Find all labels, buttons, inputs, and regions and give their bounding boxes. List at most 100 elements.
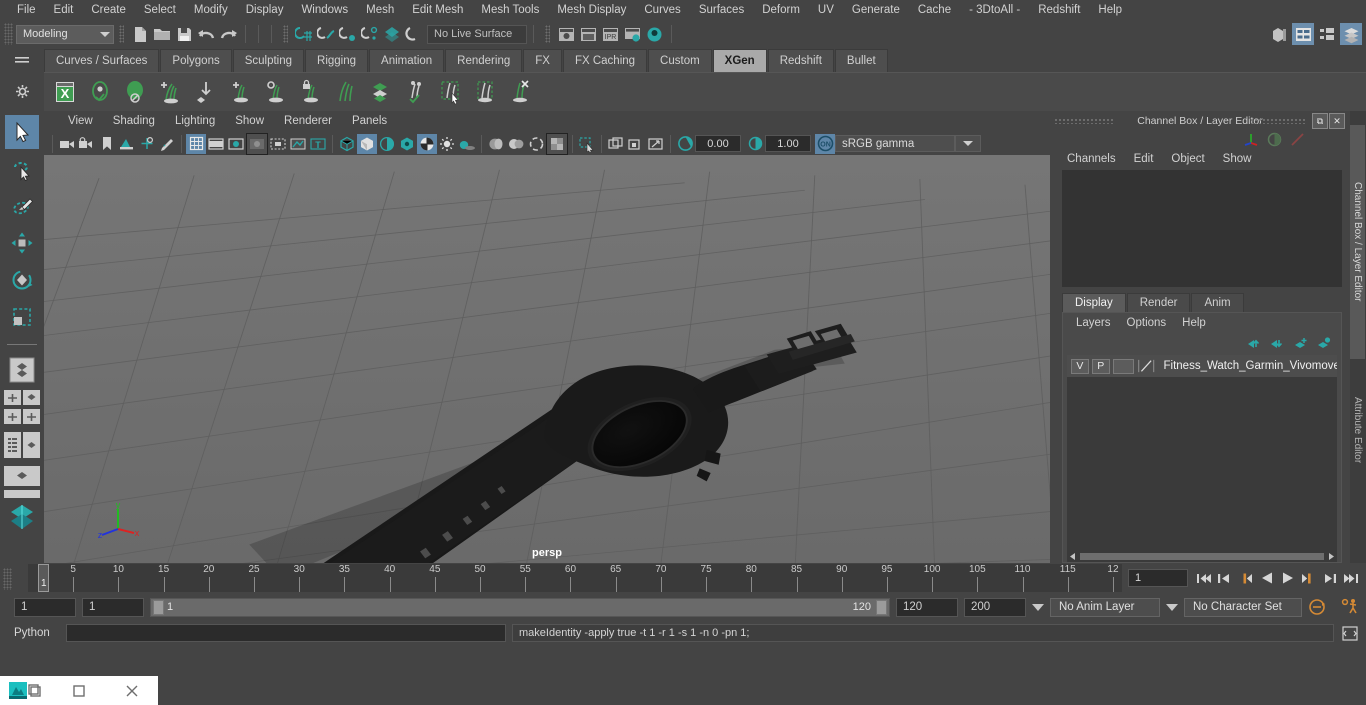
quick-layout-outliner-persp-icon[interactable] — [23, 432, 40, 458]
menu-generate[interactable]: Generate — [843, 0, 909, 20]
channel-menu-object[interactable]: Object — [1162, 148, 1213, 170]
channel-box-half-icon[interactable] — [1267, 132, 1282, 147]
show-hide-tool-settings-icon[interactable] — [1316, 23, 1338, 45]
show-hide-channel-box-icon[interactable] — [1340, 23, 1362, 45]
layer-playback-toggle[interactable]: P — [1091, 358, 1110, 374]
render-view-icon[interactable] — [555, 23, 577, 45]
layer-menu-help[interactable]: Help — [1174, 313, 1214, 333]
xgen-attach-icon[interactable] — [398, 75, 432, 109]
wireframe-shading-icon[interactable] — [337, 134, 357, 154]
shelf-tab-fx-caching[interactable]: FX Caching — [562, 49, 648, 72]
xray-joints-icon[interactable] — [288, 134, 308, 154]
xgen-lock-guide-icon[interactable] — [293, 75, 327, 109]
character-set-selector[interactable]: No Character Set — [1184, 597, 1302, 617]
time-slider-playhead[interactable]: 1 — [38, 564, 49, 592]
redo-icon[interactable] — [217, 23, 239, 45]
quick-layout-strip-icon[interactable] — [4, 490, 40, 498]
channel-menu-channels[interactable]: Channels — [1058, 148, 1125, 170]
menu-cache[interactable]: Cache — [909, 0, 960, 20]
quick-layout-persp-thumbnail[interactable] — [4, 504, 40, 533]
quick-layout-three-pane-icon[interactable] — [23, 409, 40, 424]
layer-visibility-toggle[interactable]: V — [1071, 358, 1089, 374]
xgen-add-guide-icon[interactable] — [223, 75, 257, 109]
step-back-frame-button[interactable] — [1236, 567, 1255, 589]
viewport-menu-panels[interactable]: Panels — [342, 111, 397, 132]
layer-tab-anim[interactable]: Anim — [1191, 293, 1244, 312]
image-plane-icon[interactable] — [117, 134, 137, 154]
show-hide-modeling-toolkit-icon[interactable] — [1268, 23, 1290, 45]
channel-box-slash-icon[interactable] — [1289, 132, 1306, 147]
render-sequence-icon[interactable] — [577, 23, 599, 45]
menu-select[interactable]: Select — [135, 0, 185, 20]
scale-tool-icon[interactable] — [5, 300, 39, 334]
scroll-right-arrow-icon[interactable] — [1327, 552, 1335, 561]
menu-uv[interactable]: UV — [809, 0, 843, 20]
layer-name[interactable]: Fitness_Watch_Garmin_Vivomove_Sp — [1164, 360, 1338, 372]
menu-modify[interactable]: Modify — [185, 0, 237, 20]
quick-layout-four-icon[interactable] — [4, 390, 21, 405]
quick-layout-two-pane-icon[interactable] — [4, 409, 21, 424]
rotate-tool-icon[interactable] — [5, 263, 39, 297]
command-input-field[interactable] — [66, 624, 506, 642]
anim-start-time-field[interactable]: 1 — [14, 597, 76, 617]
layer-row[interactable]: V P Fitness_Watch_Garmin_Vivomove_Sp — [1067, 355, 1337, 377]
snap-to-projected-center-icon[interactable] — [359, 23, 381, 45]
xgen-add-grooming-icon[interactable] — [153, 75, 187, 109]
panel-grip-right[interactable] — [1250, 118, 1306, 124]
play-forwards-button[interactable] — [1278, 567, 1297, 589]
shelf-tab-bullet[interactable]: Bullet — [834, 49, 888, 72]
vtab-attribute-editor[interactable]: Attribute Editor — [1350, 365, 1365, 496]
command-language-label[interactable]: Python — [14, 627, 60, 639]
auto-keyframe-toggle-icon[interactable] — [1308, 597, 1328, 617]
shelf-tab-curves-surfaces[interactable]: Curves / Surfaces — [44, 49, 160, 72]
shade-with-wireframe-icon[interactable] — [377, 134, 397, 154]
ipr-render-icon[interactable]: IPR — [599, 23, 621, 45]
menu-edit[interactable]: Edit — [45, 0, 83, 20]
shelf-menu-icon[interactable] — [0, 48, 44, 72]
shelf-tab-rendering[interactable]: Rendering — [445, 49, 523, 72]
snap-to-point-icon[interactable] — [337, 23, 359, 45]
copy-panel-icon[interactable] — [626, 134, 646, 154]
create-layer-from-selected-icon[interactable] — [1316, 336, 1331, 350]
menu-curves[interactable]: Curves — [635, 0, 689, 20]
menu-edit-mesh[interactable]: Edit Mesh — [403, 0, 472, 20]
layer-tab-render[interactable]: Render — [1126, 293, 1191, 312]
panel-undock-button[interactable]: ⧉ — [1312, 113, 1328, 129]
go-to-end-button[interactable] — [1341, 567, 1360, 589]
anim-layer-dropdown-arrow[interactable] — [1032, 603, 1044, 611]
live-surface-field[interactable]: No Live Surface — [427, 24, 527, 44]
grid-toggle-icon[interactable] — [186, 133, 206, 154]
snap-to-grid-icon[interactable] — [293, 23, 315, 45]
snap-to-view-plane-icon[interactable] — [381, 23, 403, 45]
use-default-material-icon[interactable] — [397, 134, 417, 154]
playback-end-time-field[interactable]: 120 — [896, 597, 958, 617]
film-gate-icon[interactable] — [206, 134, 226, 154]
menu-mesh-tools[interactable]: Mesh Tools — [472, 0, 548, 20]
two-d-pan-zoom-icon[interactable] — [137, 134, 157, 154]
scroll-left-arrow-icon[interactable] — [1069, 552, 1077, 561]
color-space-dropdown[interactable] — [955, 135, 981, 152]
layer-menu-options[interactable]: Options — [1119, 313, 1175, 333]
layer-color-swatch-icon[interactable] — [1137, 358, 1156, 374]
menu-set-selector[interactable]: Modeling — [16, 24, 114, 44]
step-forward-frame-button[interactable] — [1299, 567, 1318, 589]
quick-layout-single-icon[interactable] — [5, 353, 39, 387]
viewport-menu-shading[interactable]: Shading — [103, 111, 165, 132]
menu-mesh-display[interactable]: Mesh Display — [548, 0, 635, 20]
xgen-delete-icon[interactable] — [503, 75, 537, 109]
layer-list-hscrollbar[interactable] — [1067, 551, 1337, 562]
range-left-handle[interactable] — [153, 599, 164, 615]
shelf-tab-rigging[interactable]: Rigging — [305, 49, 369, 72]
render-settings-icon[interactable] — [621, 23, 643, 45]
step-back-keyframe-button[interactable] — [1215, 567, 1234, 589]
hypershade-icon[interactable] — [643, 23, 665, 45]
character-set-dropdown-arrow[interactable] — [1166, 603, 1178, 611]
menu-mesh[interactable]: Mesh — [357, 0, 403, 20]
menu-help[interactable]: Help — [1089, 0, 1131, 20]
xgen-guides-icon[interactable] — [328, 75, 362, 109]
play-backwards-button[interactable] — [1257, 567, 1276, 589]
lasso-select-tool-icon[interactable] — [5, 152, 39, 186]
status-line-grip[interactable] — [4, 23, 13, 45]
script-editor-icon[interactable] — [1340, 623, 1360, 643]
panel-close-button[interactable]: ✕ — [1329, 113, 1345, 129]
